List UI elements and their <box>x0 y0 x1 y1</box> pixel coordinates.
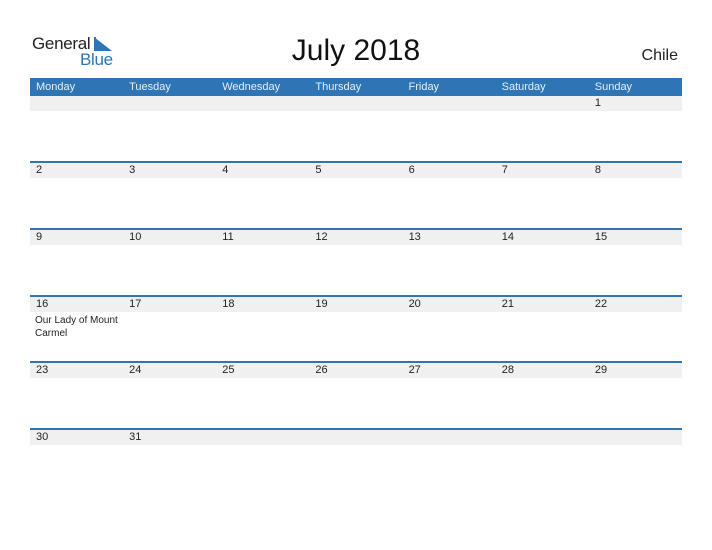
day-cell <box>123 96 216 163</box>
day-cell <box>216 430 309 497</box>
day-cell: 10 <box>123 230 216 297</box>
day-cell: 9 <box>30 230 123 297</box>
day-number: 6 <box>408 164 415 176</box>
day-cell <box>216 96 309 163</box>
day-cell: 3 <box>123 163 216 230</box>
day-number: 23 <box>36 364 49 376</box>
day-cell: 12 <box>309 230 402 297</box>
day-cell <box>403 96 496 163</box>
day-number: 11 <box>222 231 234 243</box>
day-cell: 6 <box>403 163 496 230</box>
day-number: 7 <box>501 164 508 176</box>
day-number: 30 <box>36 431 49 443</box>
day-cell: 19 <box>309 297 402 364</box>
week-row: 23 24 25 26 27 28 29 <box>30 361 682 430</box>
day-number: 20 <box>408 298 421 310</box>
day-cell: 29 <box>589 363 682 430</box>
day-cell: 26 <box>309 363 402 430</box>
day-cell: 13 <box>403 230 496 297</box>
day-cell: 27 <box>403 363 496 430</box>
day-number: 29 <box>594 364 608 376</box>
day-number: 26 <box>315 364 328 376</box>
day-cell: 1 <box>589 96 682 163</box>
day-number: 21 <box>501 298 514 310</box>
day-number: 22 <box>594 298 608 310</box>
weekday-monday: Monday <box>36 81 76 93</box>
week-row: 16 Our Lady of Mount Carmel 17 18 19 20 21 22 <box>30 295 682 364</box>
week-row: 2 3 4 5 6 7 8 <box>30 161 682 230</box>
day-cell <box>309 430 402 497</box>
day-number: 9 <box>36 231 43 243</box>
day-number: 13 <box>408 231 421 243</box>
weekday-tuesday: Tuesday <box>129 81 171 93</box>
day-cell: 25 <box>216 363 309 430</box>
day-cell <box>496 96 589 163</box>
country-label: Chile <box>641 47 678 64</box>
day-cell: 14 <box>496 230 589 297</box>
day-cell: 28 <box>496 363 589 430</box>
day-number: 14 <box>501 231 514 243</box>
day-number: 15 <box>594 231 608 243</box>
day-number: 25 <box>222 364 235 376</box>
day-cell: 31 <box>123 430 216 497</box>
calendar-title: July 2018 <box>291 34 421 67</box>
day-cell: 4 <box>216 163 309 230</box>
day-cell: 30 <box>30 430 123 497</box>
day-number: 8 <box>594 164 601 176</box>
holiday-label: Our Lady of Mount Carmel <box>35 315 118 339</box>
day-cell <box>403 430 496 497</box>
day-cell: 23 <box>30 363 123 430</box>
weekday-sunday: Sunday <box>594 81 633 93</box>
day-cell: 7 <box>496 163 589 230</box>
weekday-wednesday: Wednesday <box>222 81 281 93</box>
day-cell: 11 <box>216 230 309 297</box>
day-number: 27 <box>408 364 421 376</box>
day-number: 28 <box>501 364 514 376</box>
week-row: 30 31 <box>30 428 682 497</box>
day-number: 31 <box>129 431 142 443</box>
day-number: 5 <box>315 164 322 176</box>
day-cell <box>309 96 402 163</box>
day-number: 24 <box>129 364 142 376</box>
day-number: 4 <box>222 164 229 176</box>
weekday-thursday: Thursday <box>315 81 362 93</box>
day-cell: 2 <box>30 163 123 230</box>
day-cell: 5 <box>309 163 402 230</box>
day-cell <box>589 430 682 497</box>
day-cell: 22 <box>589 297 682 364</box>
week-row: 9 10 11 12 13 14 15 <box>30 228 682 297</box>
day-cell: 21 <box>496 297 589 364</box>
day-cell <box>30 96 123 163</box>
day-cell: 16 Our Lady of Mount Carmel <box>30 297 123 364</box>
weekday-header: Monday Tuesday Wednesday Thursday Friday… <box>30 78 682 96</box>
day-cell: 20 <box>403 297 496 364</box>
day-cell: 15 <box>589 230 682 297</box>
weekday-friday: Friday <box>408 81 440 93</box>
day-cell: 18 <box>216 297 309 364</box>
day-number: 12 <box>315 231 328 243</box>
day-number: 1 <box>594 97 601 109</box>
day-cell: 17 <box>123 297 216 364</box>
day-number: 10 <box>129 231 142 243</box>
day-cell <box>496 430 589 497</box>
weekday-saturday: Saturday <box>501 81 546 93</box>
day-number: 16 <box>36 298 49 310</box>
week-row: 1 <box>30 96 682 163</box>
day-number: 3 <box>129 164 136 176</box>
day-cell: 24 <box>123 363 216 430</box>
day-cell: 8 <box>589 163 682 230</box>
day-number: 2 <box>36 164 43 176</box>
day-number: 19 <box>315 298 328 310</box>
day-number: 17 <box>129 298 142 310</box>
day-number: 18 <box>222 298 235 310</box>
